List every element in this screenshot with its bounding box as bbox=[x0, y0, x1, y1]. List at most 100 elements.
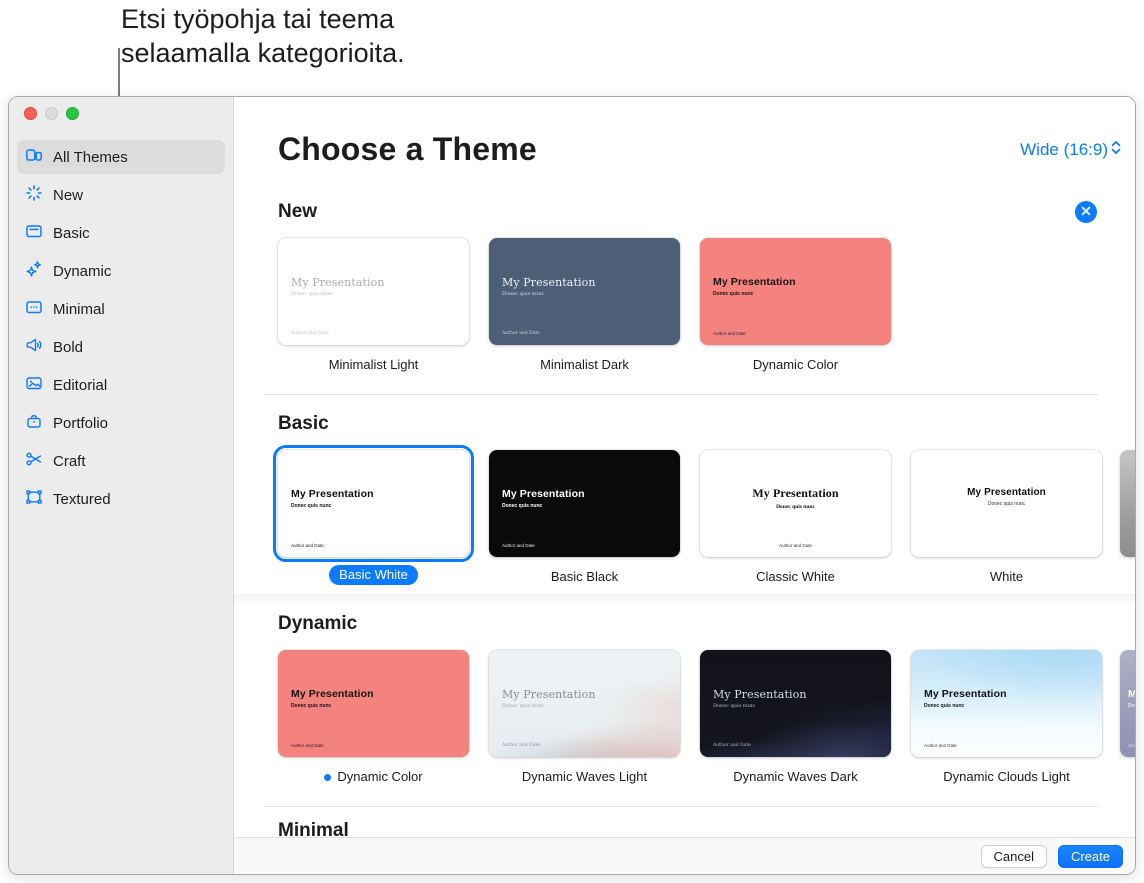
theme-thumb-minimalist-light: My Presentation Donec quis nunc Author a… bbox=[273, 233, 474, 373]
sidebar-item-craft[interactable]: Craft bbox=[17, 444, 225, 478]
theme-row: My Presentation Donec quis nunc Author a… bbox=[234, 445, 1135, 585]
theme-label: Minimalist Light bbox=[328, 357, 419, 372]
all-themes-icon bbox=[25, 146, 43, 168]
theme-row: My Presentation Donec quis nunc Author a… bbox=[234, 233, 1135, 373]
selection-ring: My Presentation Donec quis nunc Author a… bbox=[273, 445, 474, 562]
briefcase-icon bbox=[25, 412, 43, 434]
theme-thumb-basic-black: My Presentation Donec quis nunc Author a… bbox=[484, 445, 685, 585]
section-title: Basic bbox=[278, 413, 329, 434]
theme-chooser-window: All Themes New Basic Dynamic Minimal Bol… bbox=[8, 96, 1136, 875]
sidebar-item-new[interactable]: New bbox=[17, 178, 225, 212]
theme-thumb-dynamic-color-new: My Presentation Donec quis nunc Author a… bbox=[695, 233, 896, 373]
theme-card-dynamic-waves-light[interactable]: My Presentation Donec quis nunc Author a… bbox=[489, 650, 680, 757]
section-divider bbox=[264, 394, 1099, 395]
texture-frame-icon bbox=[25, 488, 43, 510]
sidebar-item-label: Craft bbox=[53, 452, 86, 470]
theme-card-dynamic-clouds-light[interactable]: My Presentation Donec quis nunc Author a… bbox=[911, 650, 1102, 757]
theme-label: Dynamic Color bbox=[324, 769, 423, 785]
partial-theme-card-scrolled[interactable]: My Presentation Donec quis nunc Author a… bbox=[1120, 650, 1135, 757]
theme-label: Dynamic Waves Light bbox=[521, 769, 648, 784]
chevron-up-down-icon bbox=[1111, 140, 1121, 160]
theme-row: My Presentation Donec quis nunc Author a… bbox=[234, 645, 1135, 785]
section-divider bbox=[264, 806, 1099, 807]
theme-thumb-white: My Presentation Donec quis nunc Author a… bbox=[906, 445, 1107, 585]
sidebar-item-label: Textured bbox=[53, 490, 111, 508]
aspect-ratio-selector[interactable]: Wide (16:9) bbox=[1020, 140, 1121, 160]
sticky-header-shadow bbox=[234, 594, 1135, 606]
theme-label: Dynamic Color bbox=[752, 357, 839, 372]
close-icon bbox=[1081, 203, 1091, 221]
sidebar-item-textured[interactable]: Textured bbox=[17, 482, 225, 516]
window-controls bbox=[9, 97, 233, 120]
sidebar-item-portfolio[interactable]: Portfolio bbox=[17, 406, 225, 440]
section-basic: Basic My Presentation Donec quis nunc Au… bbox=[234, 413, 1135, 585]
sidebar-item-label: Portfolio bbox=[53, 414, 109, 432]
theme-label: Minimalist Dark bbox=[540, 357, 629, 372]
megaphone-icon bbox=[25, 336, 43, 358]
theme-card-basic-white[interactable]: My Presentation Donec quis nunc Author a… bbox=[278, 450, 469, 557]
new-indicator-dot bbox=[324, 773, 332, 781]
section-title: New bbox=[278, 201, 318, 222]
category-list: All Themes New Basic Dynamic Minimal Bol… bbox=[9, 140, 233, 516]
theme-thumb-dynamic-clouds-light: My Presentation Donec quis nunc Author a… bbox=[906, 645, 1107, 785]
theme-card-dynamic-waves-dark[interactable]: My Presentation Donec quis nunc Author a… bbox=[700, 650, 891, 757]
sidebar-item-editorial[interactable]: Editorial bbox=[17, 368, 225, 402]
theme-label: Classic White bbox=[756, 569, 835, 584]
zoom-window-button[interactable] bbox=[66, 107, 79, 120]
sidebar-item-label: Basic bbox=[53, 224, 90, 242]
section-new: New My Presentation Donec quis nunc Auth… bbox=[234, 201, 1135, 373]
theme-thumb-dynamic-waves-light: My Presentation Donec quis nunc Author a… bbox=[484, 645, 685, 785]
theme-card-white[interactable]: My Presentation Donec quis nunc Author a… bbox=[911, 450, 1102, 557]
new-sparkle-icon bbox=[25, 184, 43, 206]
dialog-footer: Cancel Create bbox=[234, 837, 1135, 874]
theme-label: Dynamic Waves Dark bbox=[733, 769, 858, 784]
theme-thumb-basic-white-selected: My Presentation Donec quis nunc Author a… bbox=[273, 445, 474, 585]
cancel-button[interactable]: Cancel bbox=[980, 844, 1047, 868]
dismiss-new-section-button[interactable] bbox=[1075, 201, 1097, 223]
basic-slide-icon bbox=[25, 222, 43, 244]
sidebar-item-label: Dynamic bbox=[53, 262, 112, 280]
main-header: Choose a Theme Wide (16:9) bbox=[234, 97, 1135, 168]
section-dynamic: Dynamic My Presentation Donec quis nunc … bbox=[234, 594, 1135, 785]
minimal-slide-icon bbox=[25, 298, 43, 320]
theme-label: Dynamic Clouds Light bbox=[943, 769, 1070, 784]
sidebar-item-label: All Themes bbox=[53, 148, 128, 166]
partial-theme-card-scrolled[interactable] bbox=[1120, 450, 1135, 557]
selected-theme-badge: Basic White bbox=[329, 565, 418, 585]
dynamic-sparkles-icon bbox=[25, 260, 43, 282]
theme-label: Basic Black bbox=[550, 569, 619, 584]
sidebar-item-all-themes[interactable]: All Themes bbox=[17, 140, 225, 174]
callout-line-2: selaamalla kategorioita. bbox=[121, 38, 405, 68]
callout-line-1: Etsi työpohja tai teema bbox=[121, 4, 395, 34]
theme-thumb-dynamic-waves-dark: My Presentation Donec quis nunc Author a… bbox=[695, 645, 896, 785]
theme-card-minimalist-light[interactable]: My Presentation Donec quis nunc Author a… bbox=[278, 238, 469, 345]
aspect-ratio-value: Wide (16:9) bbox=[1020, 139, 1108, 159]
theme-card-classic-white[interactable]: My Presentation Donec quis nunc Author a… bbox=[700, 450, 891, 557]
theme-card-dynamic-color[interactable]: My Presentation Donec quis nunc Author a… bbox=[700, 238, 891, 345]
sidebar-item-label: New bbox=[53, 186, 84, 204]
sidebar-item-label: Minimal bbox=[53, 300, 105, 318]
sidebar-item-label: Editorial bbox=[53, 376, 108, 394]
theme-card-basic-black[interactable]: My Presentation Donec quis nunc Author a… bbox=[489, 450, 680, 557]
sidebar-item-bold[interactable]: Bold bbox=[17, 330, 225, 364]
theme-card-dynamic-color[interactable]: My Presentation Donec quis nunc Author a… bbox=[278, 650, 469, 757]
theme-card-minimalist-dark[interactable]: My Presentation Donec quis nunc Author a… bbox=[489, 238, 680, 345]
section-title: Dynamic bbox=[278, 613, 358, 634]
close-window-button[interactable] bbox=[24, 107, 37, 120]
minimize-window-button[interactable] bbox=[45, 107, 58, 120]
theme-grid-pane: Choose a Theme Wide (16:9) New My Presen… bbox=[234, 97, 1135, 874]
theme-thumb-classic-white: My Presentation Donec quis nunc Author a… bbox=[695, 445, 896, 585]
sidebar-item-label: Bold bbox=[53, 338, 84, 356]
photo-icon bbox=[25, 374, 43, 396]
sidebar: All Themes New Basic Dynamic Minimal Bol… bbox=[9, 97, 234, 874]
sidebar-item-minimal[interactable]: Minimal bbox=[17, 292, 225, 326]
sidebar-item-basic[interactable]: Basic bbox=[17, 216, 225, 250]
page-title: Choose a Theme bbox=[278, 131, 537, 167]
sidebar-item-dynamic[interactable]: Dynamic bbox=[17, 254, 225, 288]
scissors-icon bbox=[25, 450, 43, 472]
callout-text: Etsi työpohja tai teema selaamalla kateg… bbox=[121, 2, 405, 70]
theme-thumb-minimalist-dark: My Presentation Donec quis nunc Author a… bbox=[484, 233, 685, 373]
theme-label: White bbox=[989, 569, 1024, 584]
theme-thumb-dynamic-color: My Presentation Donec quis nunc Author a… bbox=[273, 645, 474, 785]
create-button[interactable]: Create bbox=[1057, 844, 1123, 868]
